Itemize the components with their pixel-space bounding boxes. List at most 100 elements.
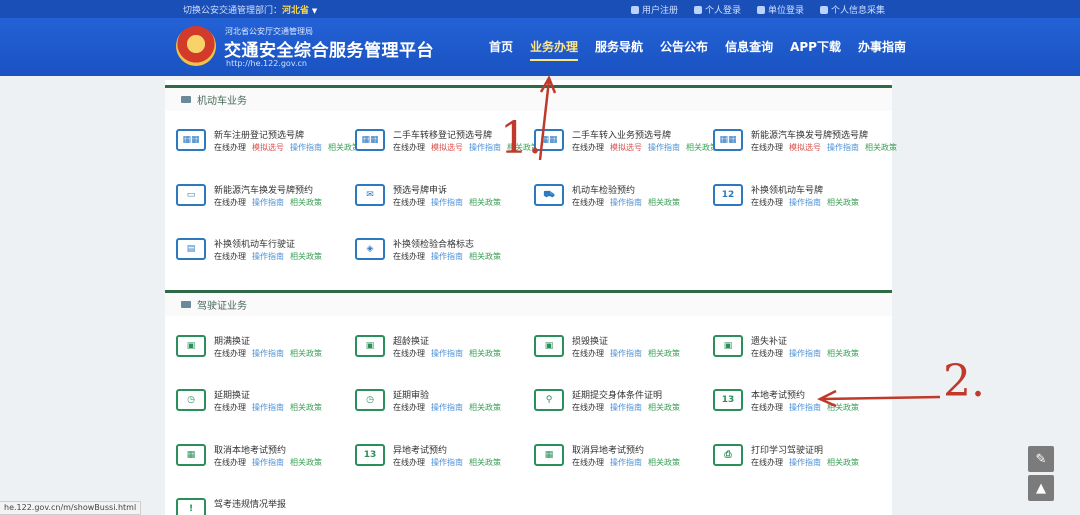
service-link[interactable]: 相关政策	[648, 458, 680, 467]
nav-app-download[interactable]: APP下载	[790, 38, 841, 55]
service-link[interactable]: 相关政策	[648, 403, 680, 412]
service-name[interactable]: 延期换证	[214, 388, 250, 401]
service-link[interactable]: 在线办理	[393, 349, 425, 358]
service-link[interactable]: 在线办理	[214, 458, 246, 467]
service-item[interactable]: ▭ 新能源汽车换发号牌预约 在线办理 操作指南 相关政策	[176, 183, 348, 213]
service-item[interactable]: ✉ 预选号牌申诉 在线办理 操作指南 相关政策	[355, 183, 527, 213]
service-item[interactable]: ◷ 延期审验 在线办理 操作指南 相关政策	[355, 388, 527, 418]
service-link[interactable]: 操作指南	[252, 252, 284, 261]
service-name[interactable]: 期满换证	[214, 334, 250, 347]
service-link[interactable]: 在线办理	[751, 198, 783, 207]
service-name[interactable]: 延期审验	[393, 388, 429, 401]
service-link[interactable]: 在线办理	[572, 143, 604, 152]
chevron-down-icon[interactable]: ▼	[312, 7, 317, 15]
service-item[interactable]: ▣ 遗失补证 在线办理 操作指南 相关政策	[713, 334, 885, 364]
service-name[interactable]: 超龄换证	[393, 334, 429, 347]
service-link[interactable]: 操作指南	[648, 143, 680, 152]
service-link[interactable]: 操作指南	[252, 349, 284, 358]
service-name[interactable]: 二手车转移登记预选号牌	[393, 128, 492, 141]
service-item[interactable]: ▦▦ 新车注册登记预选号牌 在线办理 模拟选号 操作指南 相关政策	[176, 128, 360, 158]
service-link[interactable]: 在线办理	[751, 458, 783, 467]
service-link[interactable]: 相关政策	[648, 198, 680, 207]
service-link[interactable]: 模拟选号	[252, 143, 284, 152]
service-link[interactable]: 操作指南	[431, 349, 463, 358]
service-link[interactable]: 操作指南	[827, 143, 859, 152]
service-link[interactable]: 在线办理	[214, 349, 246, 358]
service-item[interactable]: ⎙ 打印学习驾驶证明 在线办理 操作指南 相关政策	[713, 443, 885, 473]
service-link[interactable]: 相关政策	[827, 403, 859, 412]
service-item[interactable]: ▦ 取消异地考试预约 在线办理 操作指南 相关政策	[534, 443, 706, 473]
service-link[interactable]: 模拟选号	[610, 143, 642, 152]
province-name[interactable]: 河北省	[282, 6, 309, 16]
service-link[interactable]: 在线办理	[572, 403, 604, 412]
register-link[interactable]: 用户注册	[630, 3, 678, 16]
service-name[interactable]: 驾考违规情况举报	[214, 497, 286, 510]
service-link[interactable]: 相关政策	[469, 349, 501, 358]
service-item[interactable]: ! 驾考违规情况举报	[176, 497, 348, 515]
service-name[interactable]: 取消本地考试预约	[214, 443, 286, 456]
service-name[interactable]: 新车注册登记预选号牌	[214, 128, 304, 141]
nav-handling-guide[interactable]: 办事指南	[858, 38, 906, 55]
service-item[interactable]: ⛟ 机动车检验预约 在线办理 操作指南 相关政策	[534, 183, 706, 213]
service-name[interactable]: 打印学习驾驶证明	[751, 443, 823, 456]
service-link[interactable]: 操作指南	[431, 403, 463, 412]
service-link[interactable]: 在线办理	[751, 349, 783, 358]
service-link[interactable]: 操作指南	[431, 458, 463, 467]
service-item[interactable]: ▦▦ 新能源汽车换发号牌预选号牌 在线办理 模拟选号 操作指南 相关政策	[713, 128, 897, 158]
service-name[interactable]: 补换领机动车号牌	[751, 183, 823, 196]
service-name[interactable]: 预选号牌申诉	[393, 183, 447, 196]
service-link[interactable]: 操作指南	[610, 458, 642, 467]
service-link[interactable]: 在线办理	[751, 403, 783, 412]
service-link[interactable]: 操作指南	[469, 143, 501, 152]
service-item[interactable]: ▦ 取消本地考试预约 在线办理 操作指南 相关政策	[176, 443, 348, 473]
service-link[interactable]: 相关政策	[827, 198, 859, 207]
service-name[interactable]: 新能源汽车换发号牌预选号牌	[751, 128, 868, 141]
service-link[interactable]: 在线办理	[393, 458, 425, 467]
service-item[interactable]: 13 异地考试预约 在线办理 操作指南 相关政策	[355, 443, 527, 473]
service-link[interactable]: 相关政策	[469, 252, 501, 261]
service-item[interactable]: ▦▦ 二手车转入业务预选号牌 在线办理 模拟选号 操作指南 相关政策	[534, 128, 718, 158]
service-link[interactable]: 在线办理	[214, 403, 246, 412]
service-item[interactable]: ⚲ 延期提交身体条件证明 在线办理 操作指南 相关政策	[534, 388, 706, 418]
service-item[interactable]: ▣ 期满换证 在线办理 操作指南 相关政策	[176, 334, 348, 364]
nav-info-query[interactable]: 信息查询	[725, 38, 773, 55]
service-link[interactable]: 在线办理	[572, 349, 604, 358]
service-link[interactable]: 在线办理	[214, 252, 246, 261]
service-item[interactable]: ◈ 补换领检验合格标志 在线办理 操作指南 相关政策	[355, 237, 527, 267]
service-link[interactable]: 模拟选号	[789, 143, 821, 152]
province-switcher[interactable]: 切换公安交通管理部门：河北省 ▼	[183, 3, 317, 16]
service-item[interactable]: 13 本地考试预约 在线办理 操作指南 相关政策	[713, 388, 885, 418]
service-link[interactable]: 相关政策	[865, 143, 897, 152]
service-link[interactable]: 在线办理	[572, 458, 604, 467]
service-link[interactable]: 在线办理	[214, 143, 246, 152]
service-item[interactable]: ▤ 补换领机动车行驶证 在线办理 操作指南 相关政策	[176, 237, 348, 267]
service-link[interactable]: 操作指南	[789, 198, 821, 207]
personal-login-link[interactable]: 个人登录	[693, 3, 741, 16]
service-link[interactable]: 操作指南	[431, 198, 463, 207]
service-link[interactable]: 相关政策	[290, 458, 322, 467]
service-name[interactable]: 遗失补证	[751, 334, 787, 347]
service-link[interactable]: 在线办理	[214, 198, 246, 207]
service-link[interactable]: 在线办理	[751, 143, 783, 152]
service-link[interactable]: 操作指南	[290, 143, 322, 152]
service-item[interactable]: 12 补换领机动车号牌 在线办理 操作指南 相关政策	[713, 183, 885, 213]
service-link[interactable]: 相关政策	[469, 198, 501, 207]
service-name[interactable]: 补换领检验合格标志	[393, 237, 474, 250]
company-login-link[interactable]: 单位登录	[756, 3, 804, 16]
service-link[interactable]: 相关政策	[469, 403, 501, 412]
service-link[interactable]: 操作指南	[789, 349, 821, 358]
service-item[interactable]: ▣ 超龄换证 在线办理 操作指南 相关政策	[355, 334, 527, 364]
service-name[interactable]: 延期提交身体条件证明	[572, 388, 662, 401]
service-name[interactable]: 新能源汽车换发号牌预约	[214, 183, 313, 196]
service-link[interactable]: 相关政策	[648, 349, 680, 358]
service-link[interactable]: 相关政策	[290, 349, 322, 358]
service-name[interactable]: 异地考试预约	[393, 443, 447, 456]
service-link[interactable]: 操作指南	[789, 458, 821, 467]
service-name[interactable]: 二手车转入业务预选号牌	[572, 128, 671, 141]
service-item[interactable]: ◷ 延期换证 在线办理 操作指南 相关政策	[176, 388, 348, 418]
service-link[interactable]: 在线办理	[393, 403, 425, 412]
info-collect-link[interactable]: 个人信息采集	[819, 3, 885, 16]
service-link[interactable]: 操作指南	[610, 403, 642, 412]
service-link[interactable]: 操作指南	[610, 198, 642, 207]
service-link[interactable]: 操作指南	[431, 252, 463, 261]
